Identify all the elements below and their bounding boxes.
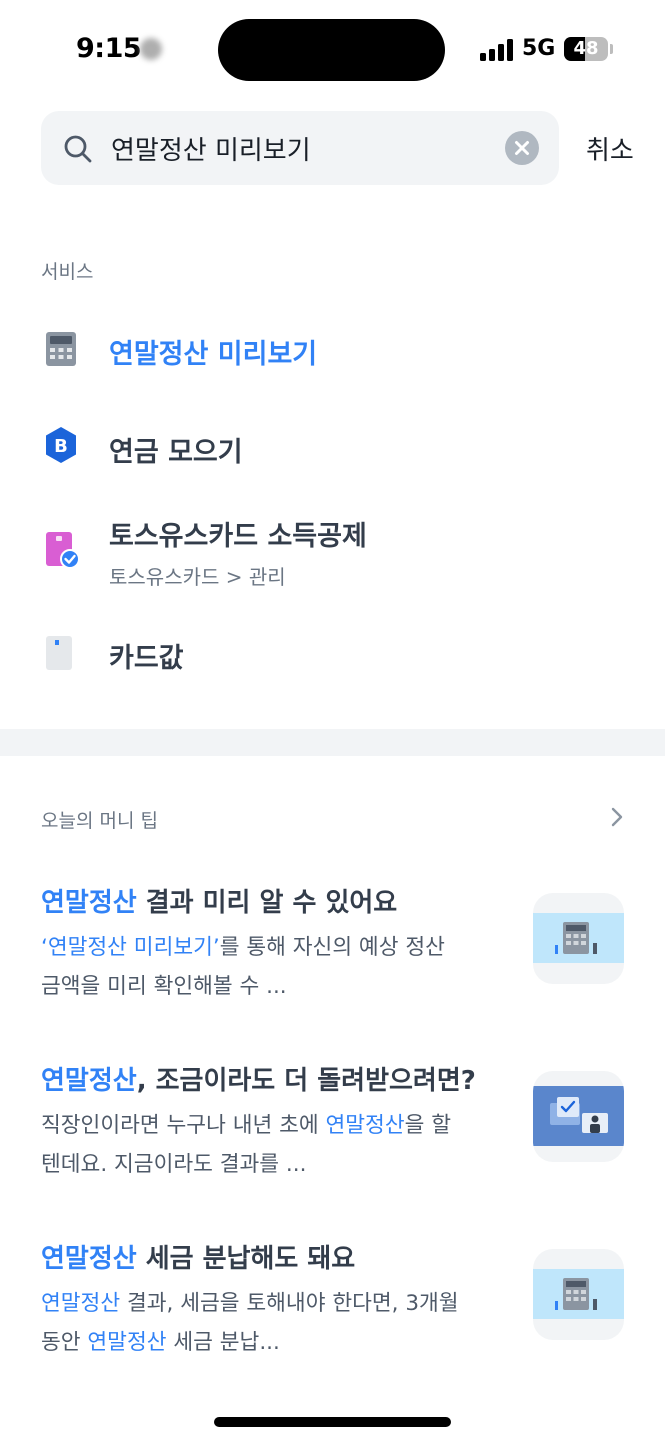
status-bar: 9:15 5G 48 [0,0,665,100]
calculator-thumbnail [533,1249,624,1340]
desc-highlight: 연말정산 [87,1330,167,1355]
chevron-right-icon [611,807,623,827]
service-item-year-end-tax-preview[interactable]: 연말정산 미리보기 [0,304,665,394]
tip-title: 연말정산 세금 분납해도 돼요 [41,1238,511,1275]
status-time: 9:15 [76,33,142,64]
battery-cap [610,44,613,54]
home-indicator[interactable] [214,1417,451,1427]
document-check-thumbnail [533,1071,624,1162]
service-title: 토스유스카드 소득공제 [109,521,367,552]
tip-item[interactable]: 연말정산 결과 미리 알 수 있어요 ‘연말정산 미리보기’를 통해 자신의 예… [0,882,665,1032]
service-title: 카드값 [109,643,184,674]
tip-title: 연말정산 결과 미리 알 수 있어요 [41,882,511,919]
tip-title-highlight: 연말정산 [41,1244,137,1274]
desc-text: 동안 [41,1330,88,1355]
search-box[interactable] [41,111,559,185]
desc-text: 결과, 세금을 토해내야 한다면, 3개월 [120,1291,459,1316]
tip-title-rest: , 조금이라도 더 돌려받으려면? [136,1066,476,1096]
battery-level-text: 48 [573,38,599,59]
desc-highlight: 연말정산 [41,1291,121,1316]
calculator-thumbnail [533,893,624,984]
service-title: 연말정산 미리보기 [109,339,318,370]
service-title: 연금 모으기 [109,437,243,468]
service-item-pension[interactable]: B 연금 모으기 [0,402,665,492]
tip-description: ‘연말정산 미리보기’를 통해 자신의 예상 정산 금액을 미리 확인해볼 수 … [41,928,511,1006]
tip-title-rest: 세금 분납해도 돼요 [136,1244,356,1274]
pension-b-icon: B [46,427,76,463]
desc-text: 직장인이라면 누구나 내년 초에 [41,1113,326,1138]
blurred-notification-icon [140,38,162,60]
search-icon [64,135,92,163]
signal-icon [480,39,514,61]
desc-text: 금액을 미리 확인해볼 수 ... [41,974,287,999]
desc-text: 세금 분납... [166,1330,280,1355]
search-input[interactable] [111,111,491,185]
tip-description: 연말정산 결과, 세금을 토해내야 한다면, 3개월 동안 연말정산 세금 분납… [41,1284,511,1362]
dynamic-island [218,19,445,81]
calculator-icon [46,332,76,366]
tip-title-highlight: 연말정산 [41,888,137,918]
service-item-youth-card-deduction[interactable]: 토스유스카드 소득공제 토스유스카드 > 관리 [0,500,665,600]
tip-description: 직장인이라면 누구나 내년 초에 연말정산을 할 텐데요. 지금이라도 결과를 … [41,1106,511,1184]
section-divider [0,729,665,756]
svg-text:B: B [54,436,68,457]
cancel-button[interactable]: 취소 [586,130,634,167]
battery-icon: 48 [564,37,608,61]
tips-section-label: 오늘의 머니 팁 [41,810,158,832]
service-item-card-bill[interactable]: 카드값 [0,608,665,698]
clear-search-icon[interactable] [505,131,539,165]
tip-item[interactable]: 연말정산 세금 분납해도 돼요 연말정산 결과, 세금을 토해내야 한다면, 3… [0,1238,665,1388]
tip-item[interactable]: 연말정산, 조금이라도 더 돌려받으려면? 직장인이라면 누구나 내년 초에 연… [0,1060,665,1210]
search-screen: 9:15 5G 48 취소 서비스 [0,0,665,1440]
card-bill-icon [46,636,72,670]
tip-title: 연말정산, 조금이라도 더 돌려받으려면? [41,1060,511,1097]
tip-title-highlight: 연말정산 [41,1066,137,1096]
tips-header[interactable]: 오늘의 머니 팁 [0,790,665,840]
youth-card-icon [46,532,80,569]
desc-text: 텐데요. 지금이라도 결과를 ... [41,1152,307,1177]
network-label: 5G [522,36,556,61]
desc-highlight: 연말정산 [325,1113,405,1138]
desc-text: 을 할 [404,1113,452,1138]
desc-highlight: ‘연말정산 미리보기’ [41,935,220,960]
tip-title-rest: 결과 미리 알 수 있어요 [136,888,398,918]
services-section-label: 서비스 [41,261,94,283]
desc-text: 를 통해 자신의 예상 정산 [219,935,445,960]
service-subtitle: 토스유스카드 > 관리 [109,565,286,589]
